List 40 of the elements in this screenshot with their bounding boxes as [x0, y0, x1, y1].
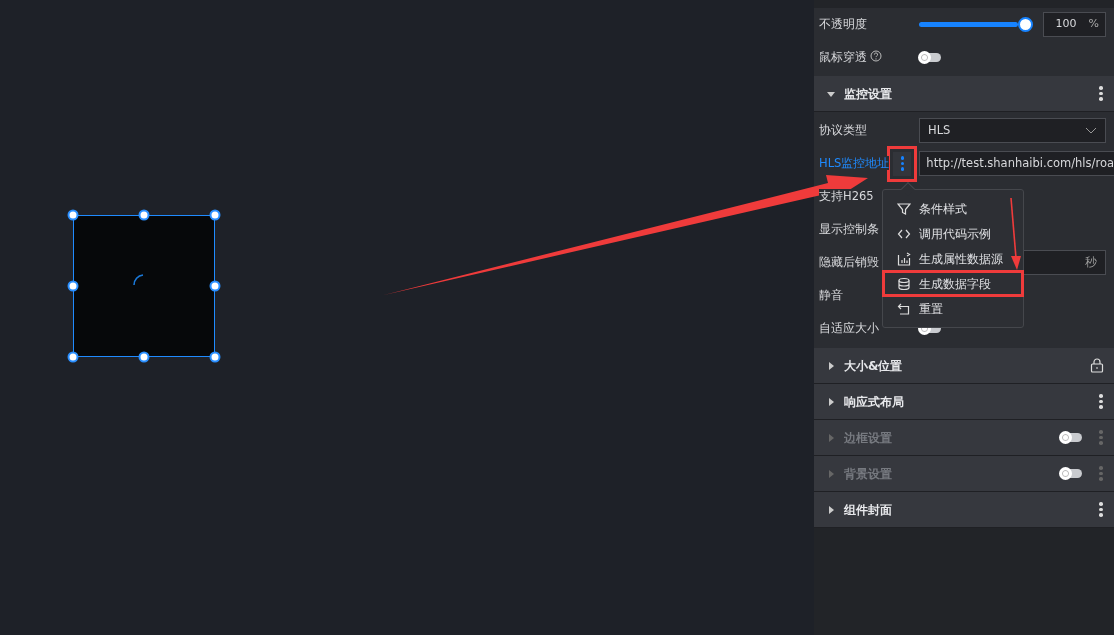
slider-thumb[interactable]: [1018, 17, 1033, 32]
resize-handle[interactable]: [209, 351, 221, 363]
field-label: 隐藏后销毁: [819, 254, 879, 269]
resize-handle[interactable]: [138, 209, 150, 221]
undo-icon: [897, 301, 911, 316]
select-field[interactable]: HLS: [919, 118, 1106, 143]
field-label: 鼠标穿透: [819, 49, 867, 64]
caret-icon[interactable]: [826, 396, 836, 407]
field-label: 协议类型: [819, 122, 867, 137]
more-icon[interactable]: [1098, 502, 1104, 517]
resize-handle[interactable]: [138, 351, 150, 363]
database-icon: [897, 276, 911, 291]
unit-label: %: [1088, 16, 1099, 33]
field-label: 显示控制条: [819, 221, 879, 236]
caret-icon[interactable]: [826, 504, 836, 515]
menu-item[interactable]: 调用代码示例: [883, 221, 1023, 246]
video-widget[interactable]: [73, 215, 215, 357]
menu-item[interactable]: 条件样式: [883, 196, 1023, 221]
caret-icon[interactable]: [826, 360, 836, 371]
chart-icon: [897, 251, 911, 266]
more-icon[interactable]: [1098, 394, 1104, 409]
resize-handle[interactable]: [67, 351, 79, 363]
resize-handle[interactable]: [209, 209, 221, 221]
resize-handle[interactable]: [67, 209, 79, 221]
field-label: 支持H265: [819, 188, 874, 203]
resize-handle[interactable]: [209, 280, 221, 292]
url-field[interactable]: http://test.shanhaibi.com/hls/roa: [919, 151, 1114, 176]
field-label: 静音: [819, 287, 843, 302]
toggle-switch[interactable]: [919, 53, 941, 62]
help-icon[interactable]: [870, 49, 882, 62]
menu-item[interactable]: 重置: [883, 296, 1023, 321]
more-icon[interactable]: [1098, 86, 1104, 101]
field-label: 自适应大小: [819, 320, 879, 335]
filter-icon: [897, 201, 911, 216]
field-label: HLS监控地址: [819, 155, 890, 170]
lock-icon[interactable]: [1090, 358, 1104, 373]
chevron-down-icon: [1085, 127, 1097, 134]
number-field[interactable]: 100 %: [1043, 12, 1106, 37]
field-label: 不透明度: [819, 16, 867, 31]
resize-handle[interactable]: [67, 280, 79, 292]
